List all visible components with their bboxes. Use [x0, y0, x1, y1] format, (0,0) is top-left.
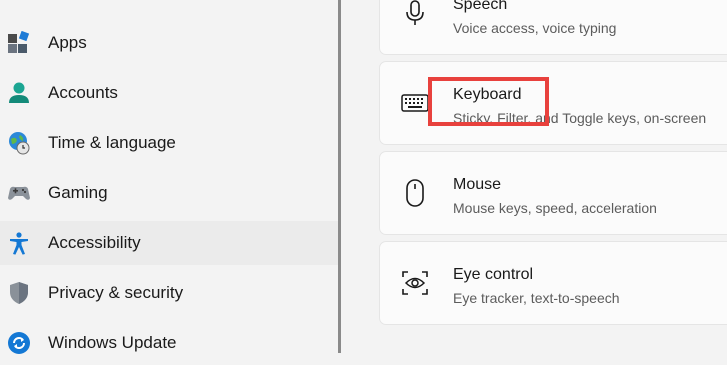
card-subtitle: Eye tracker, text-to-speech [453, 290, 620, 306]
card-subtitle: Sticky, Filter, and Toggle keys, on-scre… [453, 110, 707, 126]
card-mouse[interactable]: Mouse Mouse keys, speed, acceleration [379, 151, 727, 235]
sidebar-item-gaming[interactable]: Gaming [0, 171, 338, 215]
card-title: Mouse [453, 176, 502, 193]
sidebar-item-label: Accessibility [48, 233, 141, 252]
sidebar-item-windows-update[interactable]: Windows Update [0, 321, 338, 365]
microphone-icon [400, 0, 430, 28]
card-eye-control[interactable]: Eye control Eye tracker, text-to-speech [379, 241, 727, 325]
sidebar-item-accessibility[interactable]: Accessibility [0, 221, 338, 265]
card-subtitle: Voice access, voice typing [453, 20, 617, 36]
sidebar-item-label: Privacy & security [48, 283, 184, 302]
sidebar-item-apps[interactable]: Apps [0, 21, 338, 65]
eye-control-icon [400, 268, 430, 298]
accessibility-icon [7, 231, 31, 255]
shield-icon [7, 281, 31, 305]
sidebar-item-time-language[interactable]: Time & language [0, 121, 338, 165]
keyboard-icon [400, 88, 430, 118]
scrollbar[interactable] [338, 0, 341, 353]
card-subtitle: Mouse keys, speed, acceleration [453, 200, 657, 216]
time-language-icon [7, 131, 31, 155]
sidebar-item-label: Gaming [48, 183, 108, 202]
card-title: Speech [453, 0, 508, 13]
sidebar-item-label: Windows Update [48, 333, 177, 352]
gaming-controller-icon [7, 181, 31, 205]
sidebar-item-label: Apps [48, 33, 87, 52]
card-speech[interactable]: Speech Voice access, voice typing [379, 0, 727, 55]
sidebar-item-label: Time & language [48, 133, 176, 152]
sidebar-item-privacy-security[interactable]: Privacy & security [0, 271, 338, 315]
sidebar-item-accounts[interactable]: Accounts [0, 71, 338, 115]
accounts-icon [7, 81, 31, 105]
mouse-icon [400, 178, 430, 208]
apps-icon [7, 31, 31, 55]
card-title: Keyboard [453, 86, 522, 103]
sidebar-nav: Apps Accounts Time & language Gaming Acc… [0, 0, 338, 354]
card-keyboard[interactable]: Keyboard Sticky, Filter, and Toggle keys… [379, 61, 727, 145]
sidebar-item-label: Accounts [48, 83, 118, 102]
windows-update-icon [7, 331, 31, 355]
card-title: Eye control [453, 266, 534, 283]
